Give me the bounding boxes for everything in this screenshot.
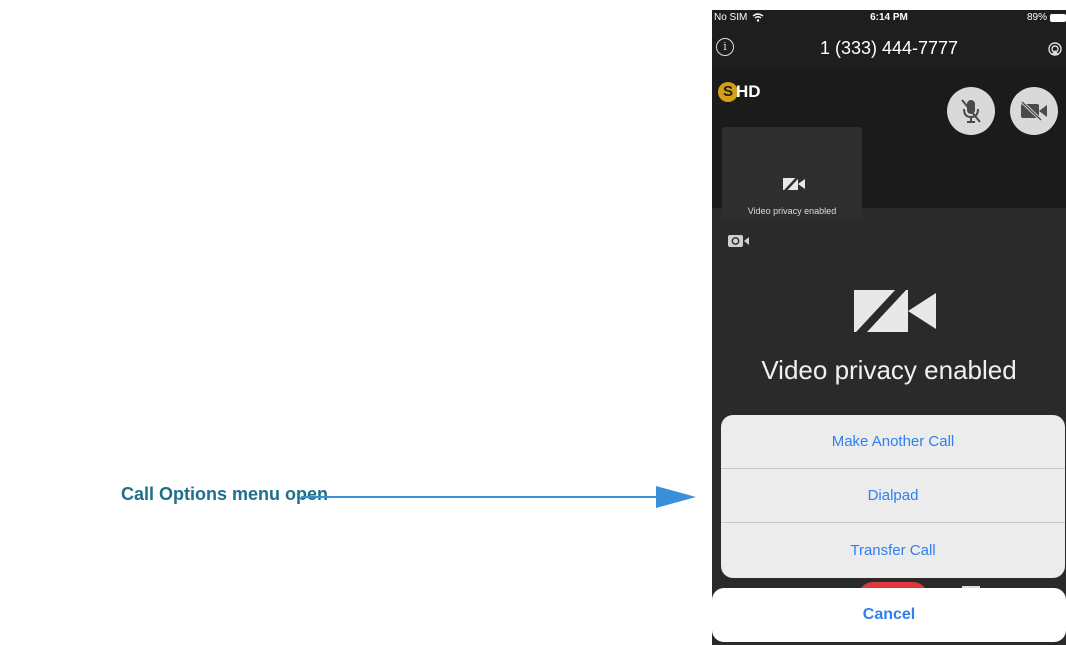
shd-logo-s: S <box>718 82 738 102</box>
call-title-bar: i 1 (333) 444-7777 <box>712 28 1066 68</box>
phone-screen: No SIM 6:14 PM 89% i 1 (333) 444-7777 S … <box>712 10 1066 645</box>
video-privacy-large-icon <box>853 280 936 340</box>
callout-arrow <box>301 486 696 508</box>
switch-camera-icon[interactable] <box>728 234 750 248</box>
dialpad-option[interactable]: Dialpad <box>721 469 1065 523</box>
mute-microphone-button[interactable] <box>947 87 995 135</box>
shd-logo: S HD <box>718 82 761 102</box>
battery-icon <box>1050 13 1066 22</box>
self-view-tile[interactable]: Video privacy enabled <box>722 127 862 219</box>
battery-percent: 89% <box>1026 12 1047 23</box>
callout-label: Call Options menu open <box>121 484 329 504</box>
cancel-button[interactable]: Cancel <box>712 588 1066 642</box>
microphone-muted-icon <box>961 99 981 123</box>
shd-logo-hd: HD <box>736 82 761 101</box>
camera-off-button[interactable] <box>1010 87 1058 135</box>
call-phone-number: 1 (333) 444-7777 <box>819 38 959 58</box>
make-another-call-option[interactable]: Make Another Call <box>721 415 1065 469</box>
status-time: 6:14 PM <box>870 12 908 23</box>
video-privacy-small-icon <box>783 175 805 193</box>
self-view-privacy-label: Video privacy enabled <box>747 206 837 216</box>
call-options-menu: Make Another Call Dialpad Transfer Call <box>721 415 1065 578</box>
transfer-call-option[interactable]: Transfer Call <box>721 523 1065 577</box>
video-privacy-label: Video privacy enabled <box>761 355 1017 385</box>
status-bar: No SIM 6:14 PM 89% <box>712 10 1066 28</box>
audio-output-icon[interactable] <box>1048 42 1062 56</box>
video-off-icon <box>1020 100 1047 122</box>
